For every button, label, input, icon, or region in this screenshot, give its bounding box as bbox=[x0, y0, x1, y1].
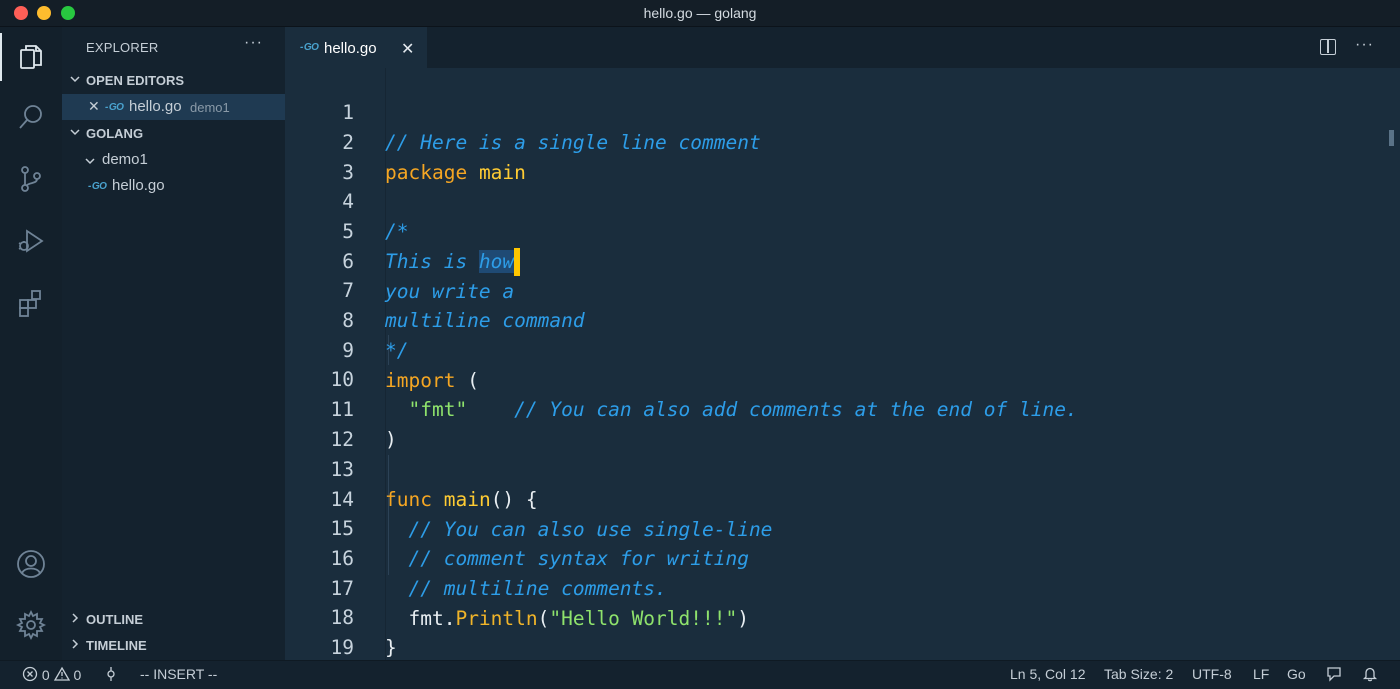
tab-hello-go[interactable]: GO hello.go ✕ bbox=[285, 27, 427, 68]
status-bar: 0 0 -- INSERT -- Ln 5, Col 12 Tab Size: … bbox=[0, 660, 1400, 689]
open-editor-filename: hello.go bbox=[129, 98, 182, 115]
feedback-icon[interactable] bbox=[1326, 666, 1342, 683]
problems-indicator[interactable]: 0 0 bbox=[22, 666, 81, 683]
open-editor-folder: demo1 bbox=[190, 100, 230, 115]
open-editors-section-header[interactable]: OPEN EDITORS bbox=[62, 68, 285, 94]
chevron-down-icon bbox=[69, 73, 81, 85]
explorer-more-actions-button[interactable]: ··· bbox=[244, 34, 263, 52]
end-of-line[interactable]: LF bbox=[1253, 666, 1269, 682]
chevron-right-icon bbox=[69, 638, 81, 650]
go-file-icon: GO bbox=[300, 42, 319, 53]
close-icon[interactable]: ✕ bbox=[88, 98, 100, 115]
split-editor-icon[interactable] bbox=[1320, 39, 1336, 55]
code-line: 13 func main() { bbox=[285, 425, 1400, 511]
outline-section-header[interactable]: OUTLINE bbox=[62, 607, 285, 633]
code-line: 8 */ bbox=[285, 276, 1400, 362]
explorer-sidebar: EXPLORER ··· OPEN EDITORS ✕ GO hello.go … bbox=[62, 27, 285, 660]
code-line: 19 bbox=[285, 603, 1400, 659]
window-title: hello.go — golang bbox=[643, 5, 757, 21]
explorer-title: EXPLORER bbox=[86, 40, 159, 55]
timeline-section-header[interactable]: TIMELINE bbox=[62, 633, 285, 659]
close-tab-icon[interactable]: ✕ bbox=[401, 39, 414, 59]
workspace-label: GOLANG bbox=[86, 126, 144, 141]
code-line: 9 import ( bbox=[285, 306, 1400, 392]
tab-label: hello.go bbox=[324, 40, 377, 57]
git-commit-icon[interactable] bbox=[104, 666, 118, 683]
file-encoding[interactable]: UTF-8 bbox=[1192, 666, 1232, 682]
title-bar: hello.go — golang bbox=[0, 0, 1400, 27]
chevron-down-icon bbox=[69, 126, 81, 138]
code-line: 7 multiline command bbox=[285, 246, 1400, 332]
warning-icon bbox=[53, 666, 70, 681]
cursor-position[interactable]: Ln 5, Col 12 bbox=[1010, 666, 1086, 682]
workspace-section-header[interactable]: GOLANG bbox=[62, 121, 285, 147]
error-icon bbox=[22, 666, 38, 682]
code-line: 1 // Here is a single line comment bbox=[285, 68, 1400, 154]
code-line: 3 bbox=[285, 128, 1400, 184]
editor-more-actions-button[interactable]: ··· bbox=[1355, 36, 1374, 54]
code-line: 5 This is how bbox=[285, 187, 1400, 276]
explorer-icon[interactable] bbox=[13, 39, 49, 75]
open-editors-label: OPEN EDITORS bbox=[86, 73, 185, 88]
extensions-icon[interactable] bbox=[13, 285, 49, 321]
timeline-label: TIMELINE bbox=[86, 638, 147, 653]
gear-icon[interactable] bbox=[13, 607, 49, 643]
bell-icon[interactable] bbox=[1362, 666, 1378, 683]
code-line: 2 package main bbox=[285, 98, 1400, 184]
folder-name: demo1 bbox=[102, 151, 148, 168]
active-indicator bbox=[0, 33, 2, 81]
go-file-icon: GO bbox=[105, 102, 124, 113]
vim-mode: -- INSERT -- bbox=[140, 666, 218, 682]
warning-count: 0 bbox=[73, 667, 82, 683]
code-line: 16 // multiline comments. bbox=[285, 514, 1400, 600]
code-line: 10 "fmt" // You can also add comments at… bbox=[285, 335, 1400, 421]
code-editor[interactable]: 1 // Here is a single line comment 2 pac… bbox=[285, 68, 1400, 660]
tab-size[interactable]: Tab Size: 2 bbox=[1104, 666, 1173, 682]
tree-folder-demo1[interactable]: demo1 bbox=[62, 147, 285, 173]
open-editor-item[interactable]: ✕ GO hello.go demo1 bbox=[62, 94, 285, 120]
code-line: 11 ) bbox=[285, 365, 1400, 451]
source-control-icon[interactable] bbox=[13, 161, 49, 197]
code-line: 6 you write a bbox=[285, 217, 1400, 303]
file-name: hello.go bbox=[112, 177, 165, 194]
search-icon[interactable] bbox=[13, 99, 49, 135]
go-file-icon: GO bbox=[88, 181, 107, 192]
code-text: } bbox=[385, 636, 397, 659]
code-line: 17 fmt.Println("Hello World!!!") bbox=[285, 544, 1400, 630]
code-line: 15 // comment syntax for writing bbox=[285, 484, 1400, 570]
line-number: 19 bbox=[330, 636, 354, 659]
activity-bar bbox=[0, 27, 62, 660]
account-icon[interactable] bbox=[13, 546, 49, 582]
chevron-right-icon bbox=[69, 612, 81, 624]
language-mode[interactable]: Go bbox=[1287, 666, 1306, 682]
code-line: 18 } bbox=[285, 573, 1400, 659]
code-line: 12 bbox=[285, 395, 1400, 451]
tree-file-hello-go[interactable]: GO hello.go bbox=[62, 173, 285, 199]
run-debug-icon[interactable] bbox=[13, 223, 49, 259]
code-line: 4 /* bbox=[285, 157, 1400, 243]
chevron-down-icon bbox=[84, 154, 96, 166]
code-line: 14 // You can also use single-line bbox=[285, 455, 1400, 541]
outline-label: OUTLINE bbox=[86, 612, 144, 627]
error-count: 0 bbox=[41, 667, 50, 683]
editor-tab-bar: GO hello.go ✕ ··· bbox=[285, 27, 1400, 68]
